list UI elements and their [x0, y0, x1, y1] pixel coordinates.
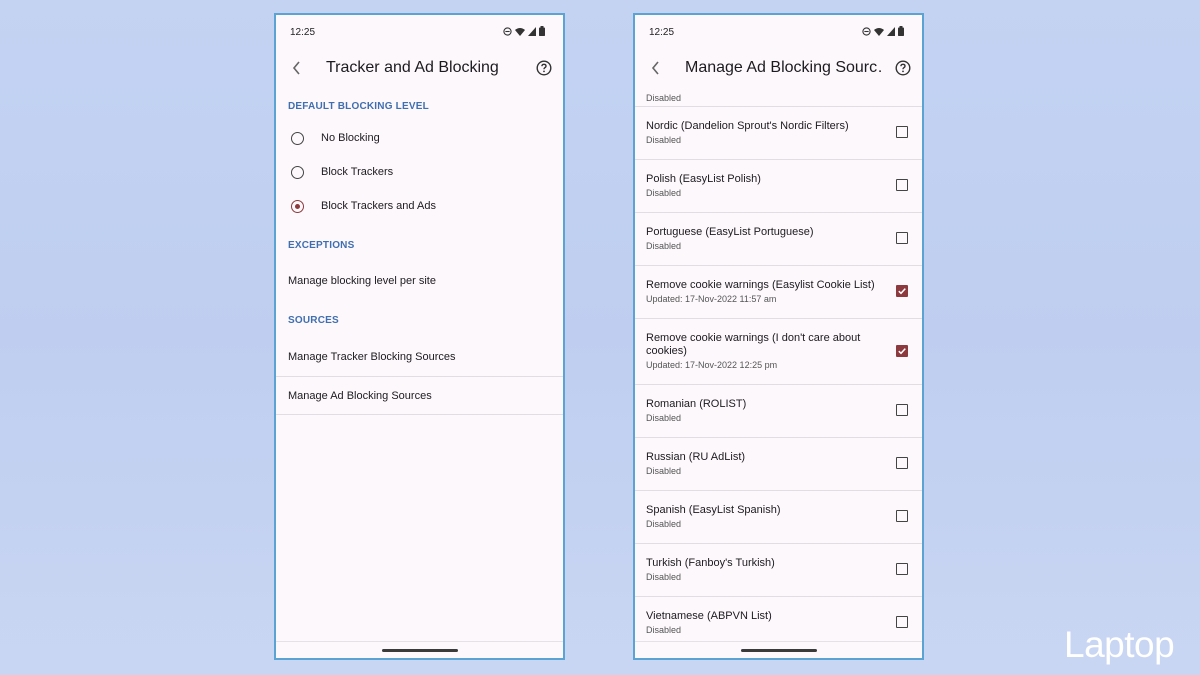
checkbox-unchecked[interactable]: [896, 179, 908, 191]
app-bar: Tracker and Ad Blocking: [276, 53, 563, 87]
source-status: Disabled: [646, 572, 682, 582]
list-item-label: Manage Ad Blocking Sources: [288, 389, 432, 402]
source-status: Disabled: [646, 466, 682, 476]
help-icon: [895, 59, 911, 81]
manage-ad-blocking-sources-screen: 12:25 Manage Ad Blocking Sourc… Disabled…: [633, 13, 924, 660]
source-item-cookie-easylist[interactable]: Remove cookie warnings (Easylist Cookie …: [635, 266, 922, 319]
help-button[interactable]: [533, 59, 555, 81]
battery-icon: [539, 26, 545, 36]
source-title: Russian (RU AdList): [646, 451, 746, 463]
back-arrow-icon: [650, 60, 662, 81]
radio-button-unselected[interactable]: [291, 165, 304, 179]
status-bar: 12:25: [635, 15, 922, 49]
source-item-romanian[interactable]: Romanian (ROLIST) Disabled: [635, 385, 922, 438]
source-title: Nordic (Dandelion Sprout's Nordic Filter…: [646, 120, 849, 132]
radio-button-selected[interactable]: [291, 199, 304, 213]
radio-block-trackers-and-ads[interactable]: Block Trackers and Ads: [276, 189, 563, 223]
section-header-exceptions: EXCEPTIONS: [288, 240, 355, 251]
source-status: Disabled: [646, 413, 682, 423]
manage-blocking-per-site-item[interactable]: Manage blocking level per site: [276, 264, 563, 298]
checkbox-unchecked[interactable]: [896, 457, 908, 469]
list-item-label: Manage blocking level per site: [288, 275, 436, 287]
source-status: Disabled: [646, 135, 682, 145]
status-time: 12:25: [649, 27, 675, 38]
gesture-handle[interactable]: [740, 649, 817, 652]
manage-ad-blocking-sources-item[interactable]: Manage Ad Blocking Sources: [276, 377, 563, 414]
help-button[interactable]: [892, 59, 914, 81]
navigation-bar: [276, 641, 563, 658]
radio-block-trackers[interactable]: Block Trackers: [276, 155, 563, 189]
checkbox-unchecked[interactable]: [896, 563, 908, 575]
gesture-handle[interactable]: [381, 649, 458, 652]
back-button[interactable]: [286, 59, 308, 81]
source-status: Disabled: [646, 241, 682, 251]
checkbox-checked[interactable]: [896, 345, 908, 357]
source-status: Updated: 17-Nov-2022 12:25 pm: [646, 360, 778, 370]
radio-button-unselected[interactable]: [291, 131, 304, 145]
back-arrow-icon: [291, 60, 303, 81]
wifi-icon: [515, 27, 525, 36]
source-status: Disabled: [646, 93, 682, 103]
source-title: Remove cookie warnings (I don't care abo…: [646, 332, 861, 357]
checkbox-unchecked[interactable]: [896, 616, 908, 628]
help-icon: [536, 59, 552, 81]
source-item-polish[interactable]: Polish (EasyList Polish) Disabled: [635, 160, 922, 213]
source-title: Portuguese (EasyList Portuguese): [646, 226, 814, 238]
checkbox-unchecked[interactable]: [896, 404, 908, 416]
source-item-nordic[interactable]: Nordic (Dandelion Sprout's Nordic Filter…: [635, 107, 922, 160]
source-title: Vietnamese (ABPVN List): [646, 610, 772, 622]
source-status: Disabled: [646, 519, 682, 529]
battery-icon: [898, 26, 904, 36]
source-status: Disabled: [646, 188, 682, 198]
status-time: 12:25: [290, 27, 316, 38]
wifi-icon: [874, 27, 884, 36]
list-item-label: Manage Tracker Blocking Sources: [288, 351, 456, 363]
source-item-cookie-idontcare[interactable]: Remove cookie warnings (I don't care abo…: [635, 319, 922, 385]
source-title: Polish (EasyList Polish): [646, 173, 761, 185]
status-bar: 12:25: [276, 15, 563, 49]
checkbox-unchecked[interactable]: [896, 510, 908, 522]
checkbox-unchecked[interactable]: [896, 126, 908, 138]
checkmark-icon: [898, 348, 906, 355]
source-status: Updated: 17-Nov-2022 11:57 am: [646, 294, 777, 304]
section-header-default-blocking-level: DEFAULT BLOCKING LEVEL: [288, 101, 429, 112]
page-title: Tracker and Ad Blocking: [326, 59, 499, 76]
tracker-ad-blocking-screen: 12:25 Tracker and Ad Blocking DEFAULT BL…: [274, 13, 565, 660]
source-item-spanish[interactable]: Spanish (EasyList Spanish) Disabled: [635, 491, 922, 544]
list-item[interactable]: Disabled: [635, 91, 922, 107]
source-title: Remove cookie warnings (Easylist Cookie …: [646, 279, 875, 291]
manage-tracker-blocking-sources-item[interactable]: Manage Tracker Blocking Sources: [276, 339, 563, 375]
divider: [276, 414, 563, 415]
radio-label: Block Trackers: [321, 166, 394, 178]
do-not-disturb-icon: [503, 26, 512, 36]
source-item-portuguese[interactable]: Portuguese (EasyList Portuguese) Disable…: [635, 213, 922, 266]
do-not-disturb-icon: [862, 26, 871, 36]
navigation-bar: [635, 641, 922, 658]
signal-icon: [528, 26, 536, 36]
back-button[interactable]: [645, 59, 667, 81]
source-title: Spanish (EasyList Spanish): [646, 504, 781, 516]
radio-label: No Blocking: [321, 132, 380, 144]
app-bar: Manage Ad Blocking Sourc…: [635, 53, 922, 87]
source-title: Romanian (ROLIST): [646, 398, 747, 410]
checkbox-checked[interactable]: [896, 285, 908, 297]
radio-label: Block Trackers and Ads: [321, 200, 436, 212]
laptop-watermark-logo: Laptop: [1064, 624, 1175, 665]
source-title: Turkish (Fanboy's Turkish): [646, 557, 775, 569]
signal-icon: [887, 26, 895, 36]
source-item-russian[interactable]: Russian (RU AdList) Disabled: [635, 438, 922, 491]
source-item-turkish[interactable]: Turkish (Fanboy's Turkish) Disabled: [635, 544, 922, 597]
page-title: Manage Ad Blocking Sourc…: [685, 59, 882, 76]
checkmark-icon: [898, 288, 906, 295]
source-status: Disabled: [646, 625, 682, 635]
section-header-sources: SOURCES: [288, 315, 339, 326]
checkbox-unchecked[interactable]: [896, 232, 908, 244]
radio-no-blocking[interactable]: No Blocking: [276, 121, 563, 155]
